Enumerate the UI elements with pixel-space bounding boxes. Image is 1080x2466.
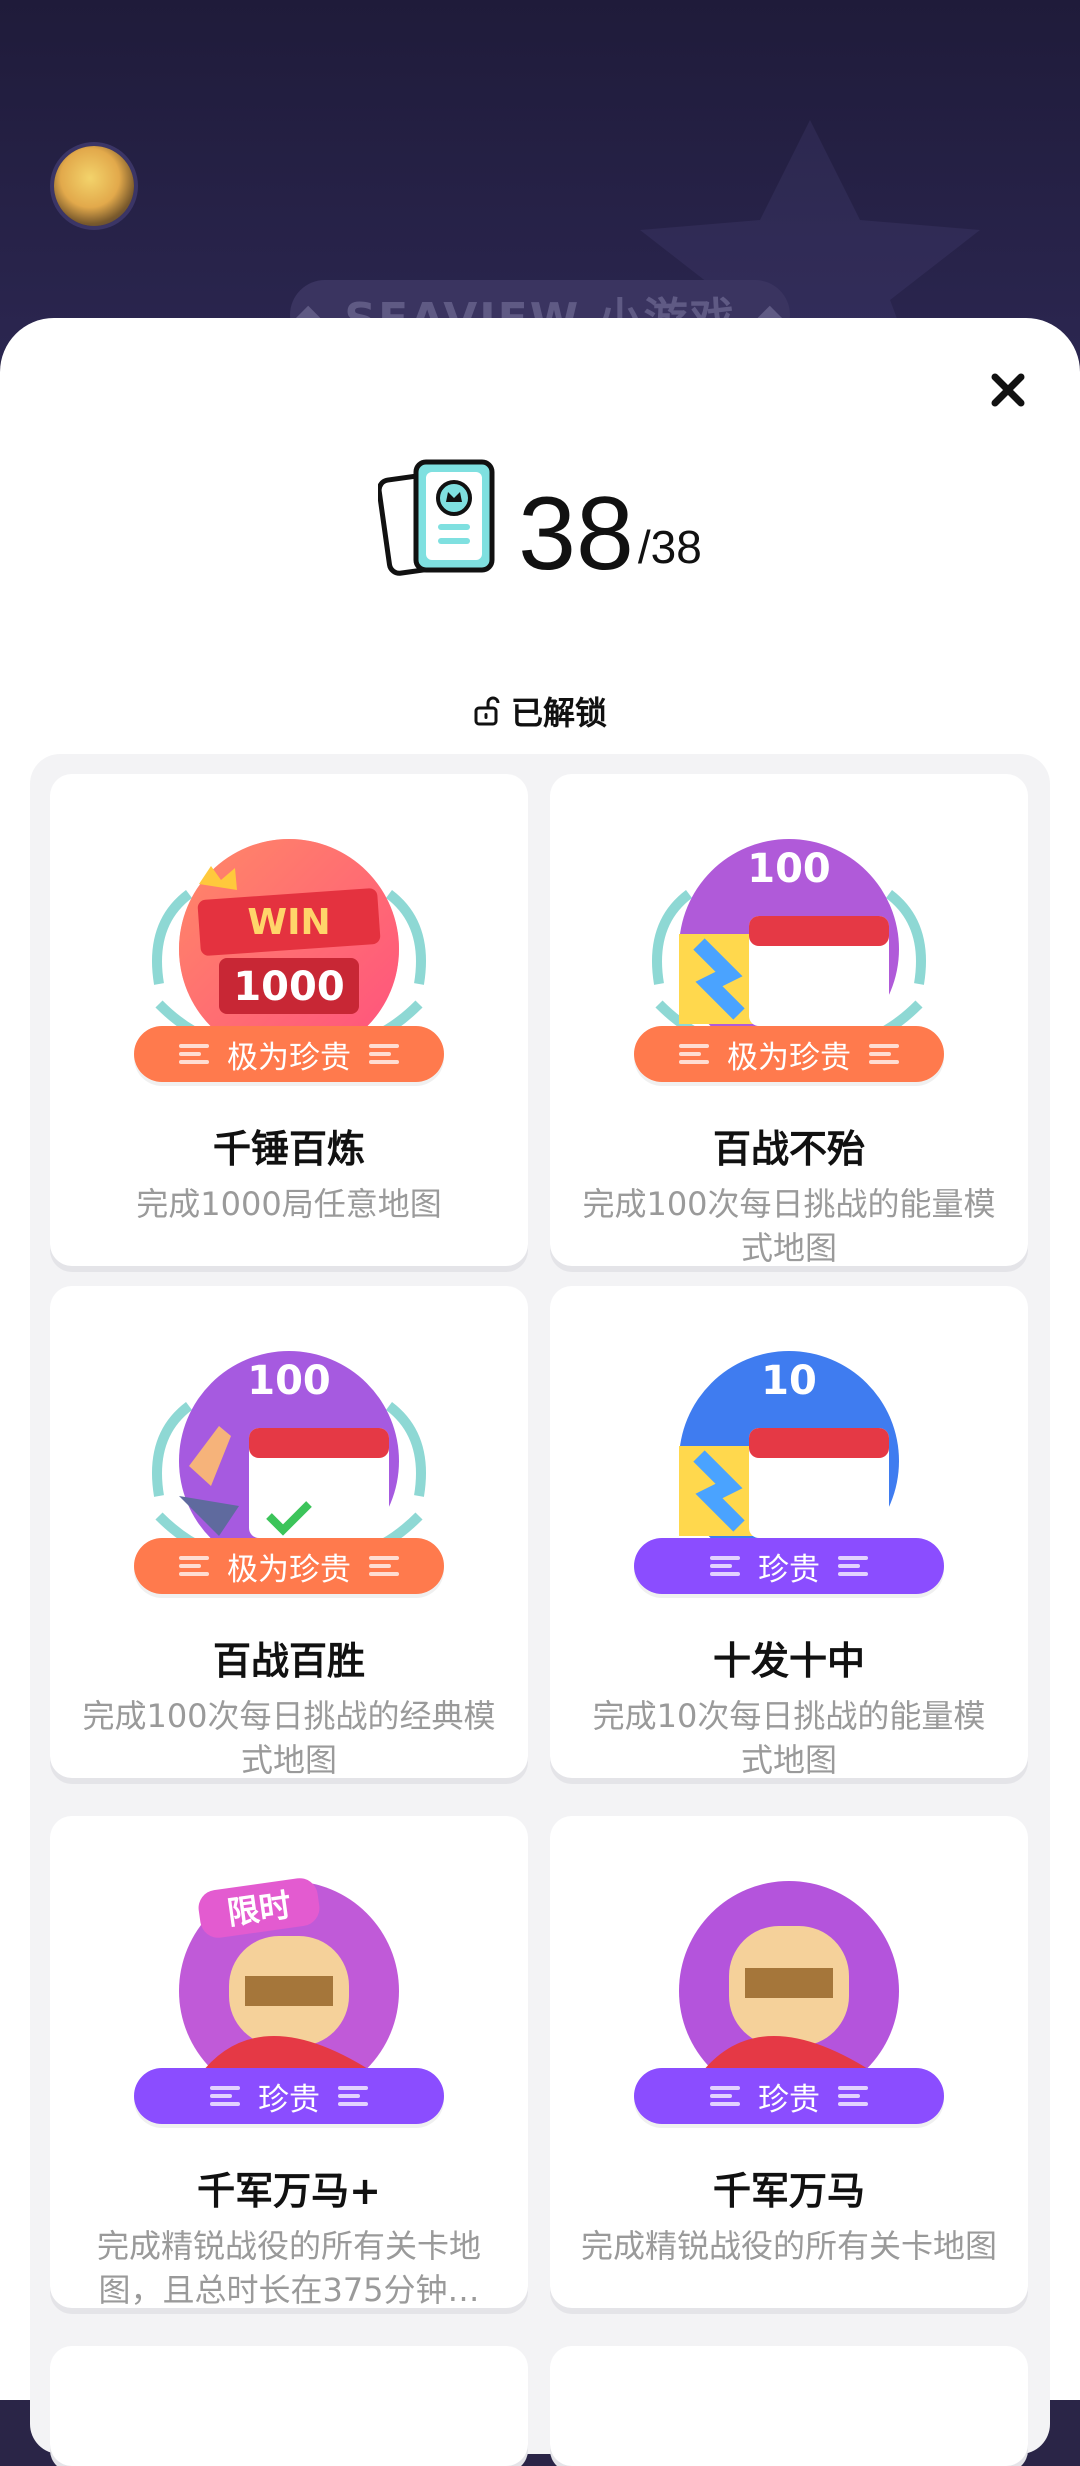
achievement-card[interactable]: 100 极为珍贵 百战不殆 完成100次每日挑战的能量模式地图 <box>550 774 1028 1266</box>
achievement-card[interactable]: 限时 珍贵 千军万马+ 完成精锐战役的所有关卡地图，且总时长在375分钟… <box>50 1816 528 2308</box>
achievement-card[interactable]: 100 极为珍贵 百战百胜 完成100次每日挑战的经典模式地图 <box>50 1286 528 1778</box>
achievement-card[interactable] <box>550 2346 1028 2466</box>
achievement-card[interactable]: 10 珍贵 十发十中 完成10次每日挑战的能量模式地图 <box>550 1286 1028 1778</box>
achievement-card[interactable] <box>50 2346 528 2466</box>
background-header: ◆ SEAVIEW 小游戏 ◆ <box>0 0 1080 360</box>
achievement-count: 38 /38 <box>0 458 1080 586</box>
achievement-title: 十发十中 <box>712 1639 865 1683</box>
close-icon <box>991 373 1025 407</box>
achievement-desc: 完成10次每日挑战的能量模式地图 <box>592 1697 986 1778</box>
achievement-grid: WIN 1000 极为珍贵 千锤百炼 完成1000局任意地图 100 极为珍贵 … <box>30 754 1050 2466</box>
achievement-desc: 完成精锐战役的所有关卡地图 <box>580 2227 997 2265</box>
svg-text:100: 100 <box>747 846 831 892</box>
unlocked-header: 已解锁 <box>0 688 1080 734</box>
count-total: /38 <box>637 521 702 573</box>
svg-text:1000: 1000 <box>233 964 344 1010</box>
unlock-icon <box>474 696 500 726</box>
achievement-title: 千军万马 <box>712 2169 865 2213</box>
rarity-badge: 珍贵 <box>134 2068 444 2124</box>
count-current: 38 <box>518 476 634 592</box>
rarity-badge: 极为珍贵 <box>134 1026 444 1082</box>
certificate-icon <box>378 459 495 576</box>
achievements-sheet: 38 /38 已解锁 WIN 1000 极为珍贵 千锤百炼 完成1000局任意地… <box>0 318 1080 2466</box>
achievement-desc: 完成1000局任意地图 <box>136 1185 442 1223</box>
svg-text:WIN: WIN <box>247 902 330 943</box>
rarity-badge: 珍贵 <box>634 1538 944 1594</box>
achievement-title: 千军万马+ <box>197 2169 381 2213</box>
svg-text:100: 100 <box>247 1358 331 1404</box>
achievement-title: 千锤百炼 <box>212 1127 365 1171</box>
achievement-title: 百战不殆 <box>712 1127 865 1171</box>
avatar[interactable] <box>54 146 134 226</box>
unlocked-label: 已解锁 <box>510 694 607 732</box>
close-button[interactable] <box>978 360 1038 420</box>
achievement-card[interactable]: WIN 1000 极为珍贵 千锤百炼 完成1000局任意地图 <box>50 774 528 1266</box>
svg-text:10: 10 <box>761 1358 817 1404</box>
achievement-desc: 完成100次每日挑战的经典模式地图 <box>82 1697 496 1778</box>
achievement-desc: 完成精锐战役的所有关卡地图，且总时长在375分钟… <box>96 2227 481 2308</box>
achievement-desc: 完成100次每日挑战的能量模式地图 <box>582 1185 996 1266</box>
achievement-card[interactable]: 珍贵 千军万马 完成精锐战役的所有关卡地图 <box>550 1816 1028 2308</box>
rarity-badge: 珍贵 <box>634 2068 944 2124</box>
rarity-badge: 极为珍贵 <box>634 1026 944 1082</box>
rarity-badge: 极为珍贵 <box>134 1538 444 1594</box>
achievement-title: 百战百胜 <box>212 1639 365 1683</box>
